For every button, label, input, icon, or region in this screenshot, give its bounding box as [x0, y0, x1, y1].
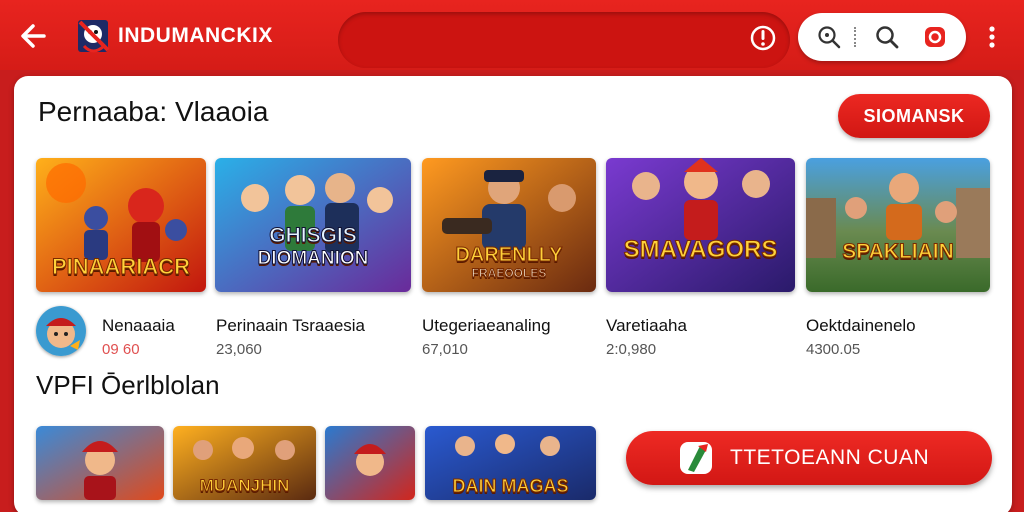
- video-thumbnail[interactable]: MUANJHIN: [173, 426, 316, 500]
- thumbnail-art: [36, 426, 164, 500]
- section-title: Pernaaba: Vlaaoia: [38, 96, 269, 127]
- thumbnail-title: SMAVAGORS: [623, 236, 778, 264]
- thumbnail-title: SPAKLIAIN: [842, 240, 955, 264]
- app-logo[interactable]: [76, 16, 112, 56]
- video-meta: 67,010: [422, 341, 468, 358]
- thumbnail-title: DARENLLY: [455, 244, 563, 267]
- search-bar[interactable]: [338, 12, 790, 68]
- video-thumbnail[interactable]: GHISGIS DIOMANION: [215, 158, 411, 292]
- channel-avatar[interactable]: [36, 306, 86, 356]
- subscribe-button[interactable]: SIOMANSK: [838, 94, 990, 138]
- back-button[interactable]: [14, 18, 54, 54]
- divider: [854, 27, 856, 47]
- shield-logo-icon: [680, 442, 712, 474]
- thumbnail-title: GHISGIS: [269, 224, 358, 248]
- thumbnail-art: [325, 426, 415, 500]
- zoom-icon: [818, 26, 841, 49]
- thumbnail-subtitle: DIOMANION: [257, 248, 369, 270]
- video-thumbnail[interactable]: [325, 426, 415, 500]
- video-title[interactable]: Varetiaaha: [606, 316, 687, 336]
- video-meta: 23,060: [216, 341, 262, 358]
- video-thumbnail[interactable]: DARENLLY FRAEOOLES: [422, 158, 596, 292]
- video-title[interactable]: Utegeriaeanaling: [422, 316, 551, 336]
- app-title: INDUMANCKIX: [118, 24, 273, 47]
- search-button[interactable]: [874, 24, 900, 50]
- video-thumbnail[interactable]: SPAKLIAIN: [806, 158, 990, 292]
- alert-icon: [750, 25, 776, 51]
- back-arrow-icon: [21, 24, 46, 48]
- video-meta: 2:0,980: [606, 341, 657, 358]
- video-thumbnail[interactable]: [36, 426, 164, 500]
- cta-label: TTETOEANN CUAN: [730, 446, 930, 469]
- thumbnail-title: DAIN MAGAS: [452, 476, 569, 497]
- thumbnail-art: [806, 158, 990, 292]
- video-title[interactable]: Perinaain Tsraaesia: [216, 316, 365, 336]
- tool-pill: [798, 13, 966, 61]
- more-button[interactable]: [980, 22, 1004, 52]
- video-thumbnail[interactable]: PINAARIACR: [36, 158, 206, 292]
- cta-icon-wrap: [678, 440, 714, 476]
- thumbnail-art: [606, 158, 795, 292]
- record-icon: [925, 27, 945, 47]
- thumbnail-title: MUANJHIN: [199, 476, 290, 496]
- video-meta: 4300.05: [806, 341, 861, 358]
- video-title[interactable]: Nenaaaia: [102, 316, 175, 336]
- video-thumbnail[interactable]: SMAVAGORS: [606, 158, 795, 292]
- section-title: VPFI Ōerlblolan: [36, 370, 220, 400]
- thumbnail-title: PINAARIACR: [51, 254, 191, 280]
- video-thumbnail[interactable]: DAIN MAGAS: [425, 426, 596, 500]
- cta-button[interactable]: TTETOEANN CUAN: [626, 431, 992, 485]
- video-title[interactable]: Oektdainenelo: [806, 316, 916, 336]
- thumbnail-subtitle: FRAEOOLES: [471, 266, 547, 281]
- avatar-image: [36, 306, 86, 356]
- video-meta: 09 60: [102, 341, 140, 358]
- alert-button[interactable]: [748, 23, 778, 53]
- logo-icon: [78, 20, 110, 53]
- search-icon: [876, 26, 899, 49]
- record-button[interactable]: [922, 24, 948, 50]
- more-vertical-icon: [989, 26, 995, 48]
- zoom-button[interactable]: [816, 24, 842, 50]
- top-app-bar: INDUMANCKIX: [0, 0, 1024, 70]
